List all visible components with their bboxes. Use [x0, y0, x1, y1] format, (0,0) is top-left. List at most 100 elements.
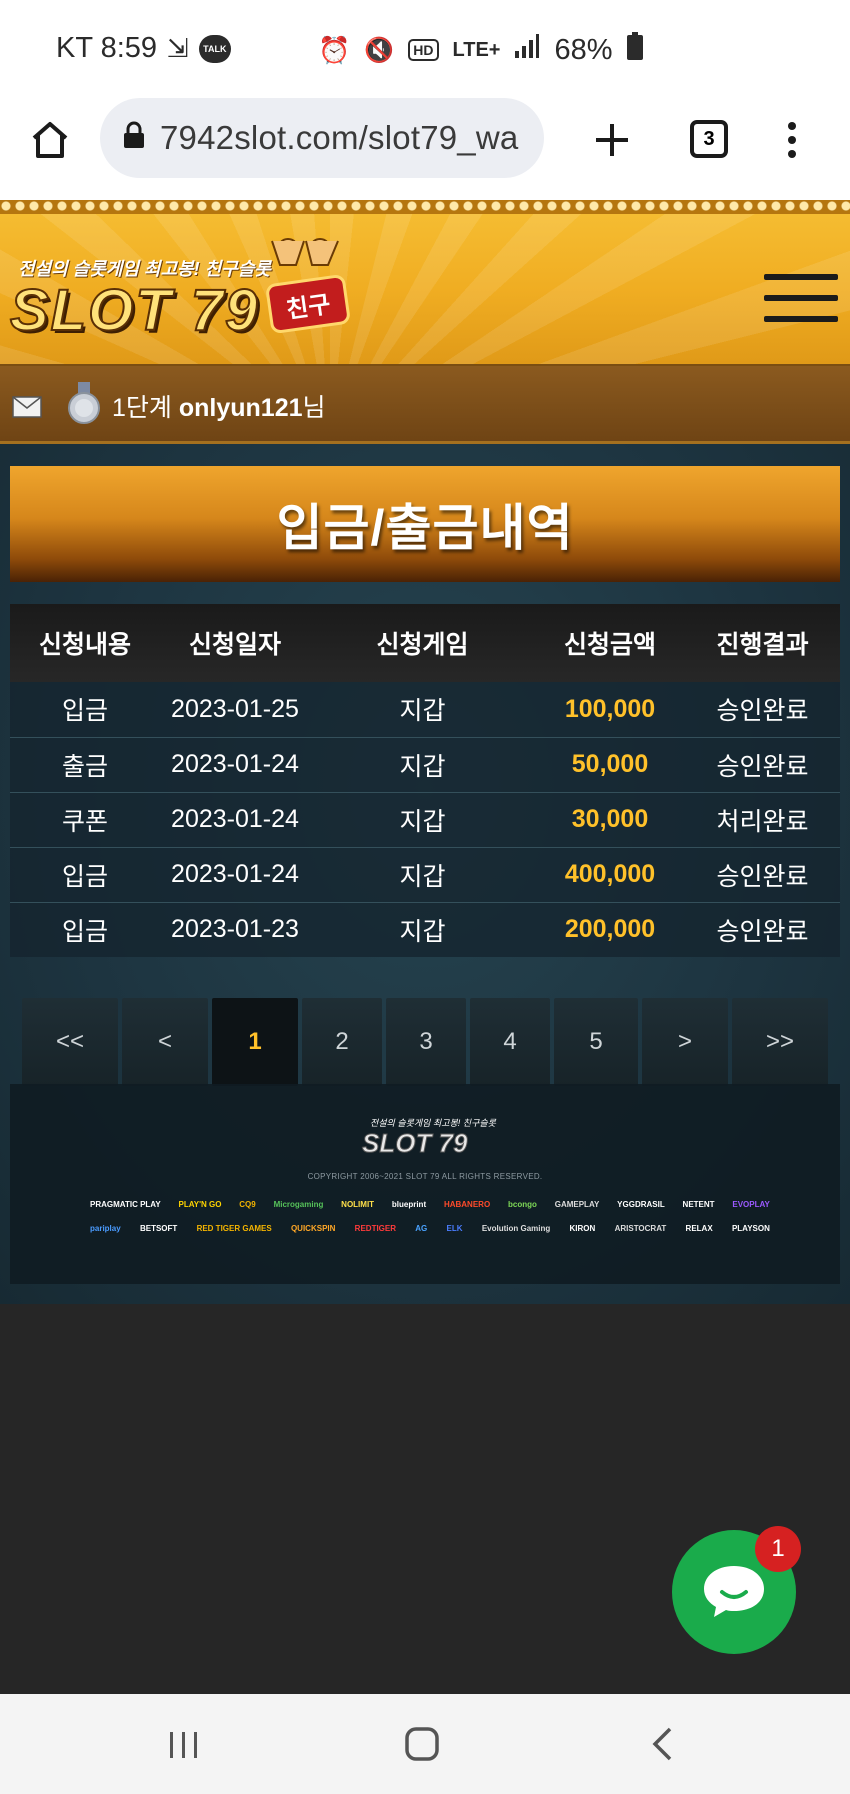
mute-icon: 🔇 — [364, 36, 395, 64]
alarm-icon: ⏰ — [318, 34, 351, 65]
table-row: 쿠폰 2023-01-24 지갑 30,000 처리완료 — [10, 792, 840, 848]
main-content: 입금/출금내역 신청내용 신청일자 신청게임 신청금액 진행결과 입금 2023… — [0, 444, 850, 1304]
chat-notification-badge: 1 — [755, 1526, 801, 1572]
tab-count: 3 — [703, 127, 715, 150]
provider-logo: EVOPLAY — [732, 1200, 770, 1209]
user-level: 1단계 — [112, 394, 172, 422]
provider-logos-row-2: pariplay BETSOFT RED TIGER GAMES QUICKSP… — [90, 1224, 770, 1233]
header-request-date: 신청일자 — [160, 604, 310, 682]
back-nav-icon[interactable] — [650, 1726, 674, 1762]
footer-logo: 전설의 슬롯게임 최고봉! 친구슬롯 SLOT 79 — [350, 1116, 510, 1166]
battery-text: 68% — [554, 33, 613, 66]
page-last-button[interactable]: >> — [732, 998, 828, 1086]
url-text: 7942slot.com/slot79_wa — [160, 119, 519, 156]
mail-icon[interactable] — [12, 396, 42, 418]
provider-logo: NETENT — [682, 1200, 715, 1209]
menu-icon[interactable] — [764, 270, 838, 326]
provider-logo: YGGDRASIL — [617, 1200, 665, 1209]
provider-logo: AG — [415, 1224, 428, 1233]
table-row: 출금 2023-01-24 지갑 50,000 승인완료 — [10, 737, 840, 793]
no-call-icon: ⇲ — [167, 33, 189, 63]
user-greeting: 1단계 onlyun121님 — [112, 388, 326, 424]
cell-game: 지갑 — [310, 792, 535, 848]
header-request-type: 신청내용 — [10, 604, 160, 682]
address-bar[interactable]: 7942slot.com/slot79_wa — [100, 98, 544, 178]
battery-icon — [626, 32, 643, 68]
cell-amount: 50,000 — [535, 737, 685, 793]
cell-game: 지갑 — [310, 902, 535, 957]
table-row: 입금 2023-01-25 지갑 100,000 승인완료 — [10, 682, 840, 738]
provider-logo: PRAGMATIC PLAY — [90, 1200, 161, 1209]
cell-status: 승인완료 — [685, 682, 840, 738]
page-button-5[interactable]: 5 — [554, 998, 638, 1086]
cell-type: 쿠폰 — [10, 792, 160, 848]
header-request-amount: 신청금액 — [535, 604, 685, 682]
transaction-history-table: 신청내용 신청일자 신청게임 신청금액 진행결과 입금 2023-01-25 지… — [10, 604, 840, 957]
provider-logo: pariplay — [90, 1224, 121, 1233]
provider-logo: QUICKSPIN — [290, 1224, 336, 1233]
new-tab-icon[interactable] — [590, 118, 634, 162]
page-title: 입금/출금내역 — [276, 500, 574, 556]
cell-date: 2023-01-24 — [160, 737, 310, 793]
more-options-icon[interactable] — [782, 118, 802, 162]
pagination: << < 1 2 3 4 5 > >> — [22, 998, 830, 1086]
site-logo[interactable]: 전설의 슬롯게임 최고봉! 친구슬롯 SLOT 79 친구 — [9, 235, 360, 345]
android-nav-bar — [0, 1694, 850, 1794]
provider-logo: NOLIMIT — [341, 1200, 375, 1209]
page-next-button[interactable]: > — [642, 998, 728, 1086]
provider-logo: RELAX — [685, 1224, 713, 1233]
header-status: 진행결과 — [685, 604, 840, 682]
signal-icon — [514, 33, 540, 67]
home-nav-icon[interactable] — [404, 1726, 440, 1762]
recent-apps-icon[interactable] — [168, 1730, 200, 1760]
cell-status: 처리완료 — [685, 792, 840, 848]
cell-amount: 200,000 — [535, 902, 685, 957]
provider-logo: REDTIGER — [354, 1224, 397, 1233]
provider-logo: PLAYSON — [731, 1224, 770, 1233]
chat-bubble-icon — [704, 1566, 764, 1617]
provider-logo: GAMEPLAY — [554, 1200, 600, 1209]
tab-switcher-button[interactable]: 3 — [690, 120, 728, 158]
cell-game: 지갑 — [310, 737, 535, 793]
hd-icon: HD — [408, 39, 439, 61]
cell-status: 승인완료 — [685, 847, 840, 903]
site-header: 전설의 슬롯게임 최고봉! 친구슬롯 SLOT 79 친구 — [0, 200, 850, 366]
page-prev-button[interactable]: < — [122, 998, 208, 1086]
user-suffix: 님 — [302, 394, 326, 422]
site-footer: 전설의 슬롯게임 최고봉! 친구슬롯 SLOT 79 COPYRIGHT 200… — [10, 1084, 840, 1284]
provider-logo: ARISTOCRAT — [614, 1224, 667, 1233]
table-row: 입금 2023-01-23 지갑 200,000 승인완료 — [10, 902, 840, 957]
page-button-3[interactable]: 3 — [386, 998, 466, 1086]
copyright-text: COPYRIGHT 2006~2021 SLOT 79 ALL RIGHTS R… — [307, 1172, 543, 1181]
provider-logo: Microgaming — [273, 1200, 324, 1209]
cell-amount: 30,000 — [535, 792, 685, 848]
footer-logo-wordmark: SLOT 79 — [361, 1128, 468, 1159]
logo-badge: 친구 — [264, 273, 352, 335]
table-header-row: 신청내용 신청일자 신청게임 신청금액 진행결과 — [10, 604, 840, 682]
logo-wordmark: SLOT 79 — [9, 277, 260, 344]
cell-type: 입금 — [10, 902, 160, 957]
browser-toolbar: 7942slot.com/slot79_wa 3 — [0, 96, 850, 200]
home-icon[interactable] — [28, 118, 72, 162]
cell-date: 2023-01-24 — [160, 847, 310, 903]
provider-logo: BETSOFT — [139, 1224, 178, 1233]
provider-logo: KIRON — [569, 1224, 596, 1233]
cell-date: 2023-01-24 — [160, 792, 310, 848]
page-button-4[interactable]: 4 — [470, 998, 550, 1086]
page-first-button[interactable]: << — [22, 998, 118, 1086]
username: onlyun121 — [178, 394, 303, 422]
lock-icon — [122, 119, 146, 157]
page-button-1[interactable]: 1 — [212, 998, 298, 1086]
page-title-banner: 입금/출금내역 — [10, 466, 840, 582]
cell-date: 2023-01-23 — [160, 902, 310, 957]
cell-type: 입금 — [10, 682, 160, 738]
cell-date: 2023-01-25 — [160, 682, 310, 738]
provider-logo: CQ9 — [239, 1200, 256, 1209]
cell-status: 승인완료 — [685, 737, 840, 793]
cell-game: 지갑 — [310, 847, 535, 903]
cell-amount: 400,000 — [535, 847, 685, 903]
page-button-2[interactable]: 2 — [302, 998, 382, 1086]
cell-game: 지갑 — [310, 682, 535, 738]
cell-status: 승인완료 — [685, 902, 840, 957]
provider-logo: bcongo — [508, 1200, 537, 1209]
